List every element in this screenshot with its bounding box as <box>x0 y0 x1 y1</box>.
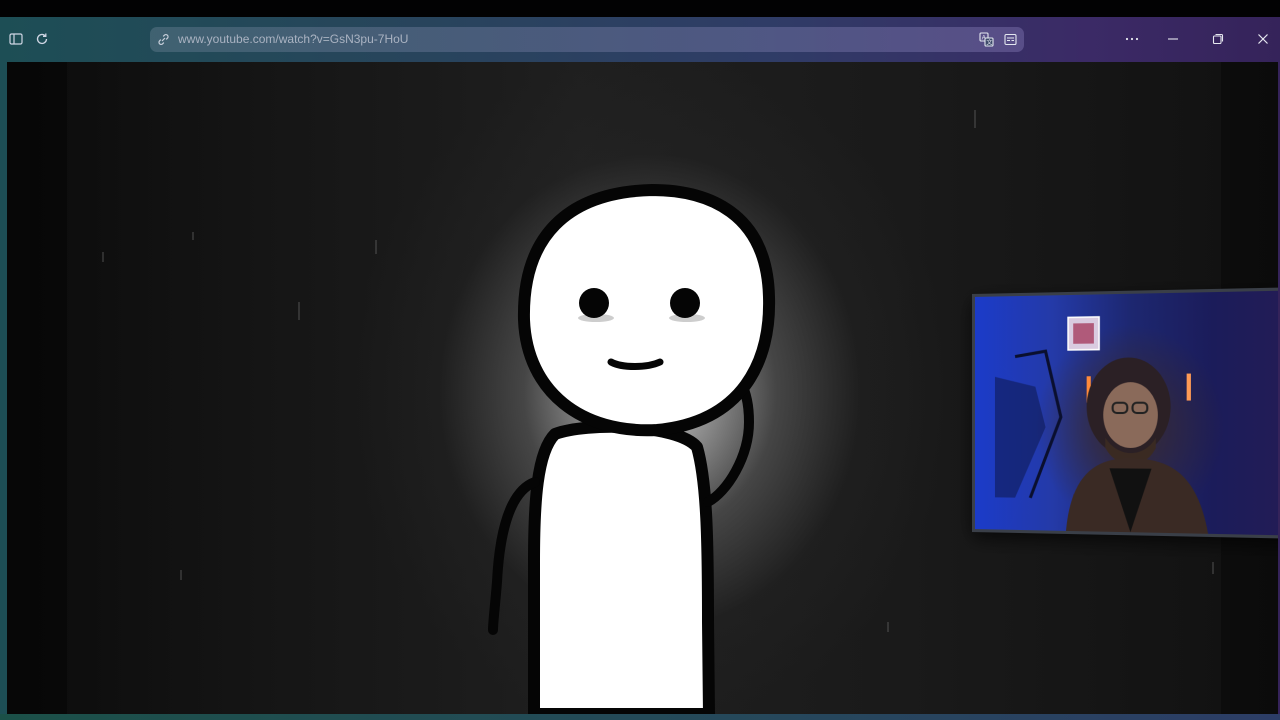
sidebar-toggle-icon[interactable] <box>6 29 26 49</box>
stick-figure-right-eye <box>670 288 700 318</box>
address-url[interactable]: www.youtube.com/watch?v=GsN3pu-7HoU <box>178 27 408 52</box>
close-icon[interactable] <box>1252 28 1274 50</box>
translate-icon[interactable]: A文 <box>978 31 995 48</box>
video-viewport[interactable] <box>7 62 1278 714</box>
url-domain: www.youtube.com <box>178 32 276 46</box>
browser-toolbar: www.youtube.com/watch?v=GsN3pu-7HoU A文 <box>0 17 1280 62</box>
reader-view-icon[interactable] <box>1002 31 1019 48</box>
restore-icon[interactable] <box>1207 28 1229 50</box>
stick-figure-body <box>528 420 715 714</box>
url-path: /watch?v=GsN3pu-7HoU <box>275 32 409 46</box>
minimize-icon[interactable] <box>1162 28 1184 50</box>
stick-figure-left-eye <box>579 288 609 318</box>
svg-text:文: 文 <box>986 39 992 47</box>
stick-figure-head <box>517 183 776 437</box>
top-strip <box>0 0 1280 17</box>
bottom-strip <box>0 714 1280 720</box>
webcam-frame <box>972 287 1278 539</box>
webcam-overlay <box>972 287 1278 539</box>
more-menu-icon[interactable] <box>1121 28 1143 50</box>
screen: www.youtube.com/watch?v=GsN3pu-7HoU A文 <box>0 0 1280 720</box>
address-bar[interactable]: www.youtube.com/watch?v=GsN3pu-7HoU A文 <box>150 27 1024 52</box>
reload-icon[interactable] <box>32 29 52 49</box>
webcam-scene <box>994 290 1209 534</box>
site-info-icon[interactable] <box>155 31 172 48</box>
